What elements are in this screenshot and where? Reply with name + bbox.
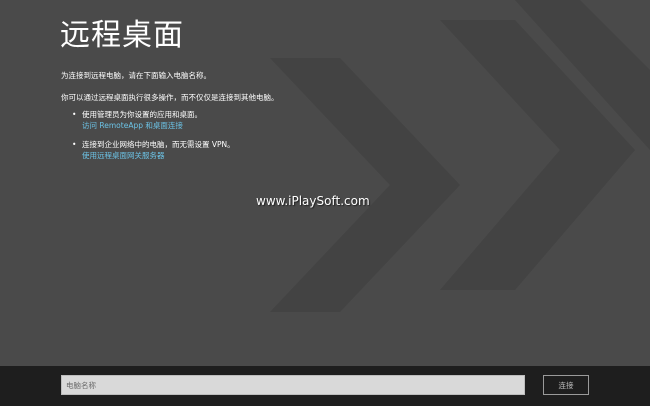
chevron-top-right-shape	[515, 0, 650, 150]
remoteapp-link[interactable]: 访问 RemoteApp 和桌面连接	[82, 120, 183, 131]
feature-text: 连接到企业网络中的电脑，而无需设置 VPN。	[82, 140, 235, 149]
feature-text: 使用管理员为你设置的应用和桌面。	[82, 110, 202, 119]
chevron-center-shape	[270, 58, 460, 312]
bottom-bar: 连接	[0, 366, 650, 406]
gateway-link[interactable]: 使用远程桌面网关服务器	[82, 150, 165, 161]
intro-text: 为连接到远程电脑，请在下面输入电脑名称。	[61, 71, 211, 80]
connect-button[interactable]: 连接	[543, 375, 589, 395]
pc-name-input[interactable]	[61, 375, 525, 395]
description-text: 你可以通过远程桌面执行很多操作，而不仅仅是连接到其他电脑。	[61, 93, 279, 102]
remote-desktop-app: 远程桌面 为连接到远程电脑，请在下面输入电脑名称。 你可以通过远程桌面执行很多操…	[0, 0, 650, 406]
bullet-dot-icon: •	[72, 110, 77, 119]
chevron-right-shape	[440, 20, 635, 290]
watermark-text: www.iPlaySoft.com	[256, 194, 370, 208]
bullet-dot-icon: •	[72, 140, 77, 149]
page-title: 远程桌面	[60, 18, 184, 53]
